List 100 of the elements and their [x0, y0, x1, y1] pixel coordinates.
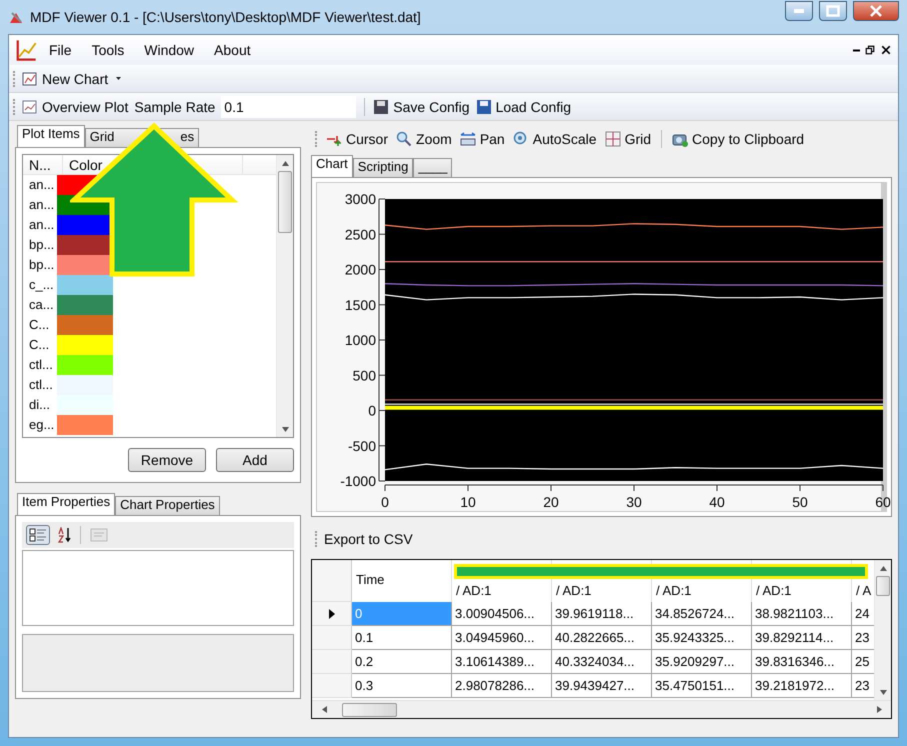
x-tick-label: 0 [381, 494, 389, 510]
x-tick-label: 50 [792, 494, 808, 510]
scroll-down-icon[interactable] [282, 426, 288, 432]
scroll-down-icon[interactable] [880, 688, 886, 696]
y-tick-label: 0 [368, 402, 376, 418]
table-cell: 0 [352, 602, 452, 626]
remove-button[interactable]: Remove [128, 448, 206, 472]
item-name: bp... [28, 236, 56, 254]
tab[interactable]: Chart [311, 155, 353, 177]
tab[interactable]: Chart Properties [115, 496, 220, 515]
scroll-up-icon[interactable] [282, 160, 288, 166]
minimize-icon[interactable] [853, 48, 860, 52]
copy-button[interactable]: Copy to Clipboard [672, 131, 804, 147]
chart-logo-icon [15, 39, 37, 61]
x-tick-label: 20 [543, 494, 559, 510]
x-tick-label: 40 [709, 494, 725, 510]
restore-icon [864, 44, 876, 56]
maximize-icon [826, 5, 840, 17]
categorized-button[interactable] [26, 525, 50, 545]
x-tick-label: 30 [626, 494, 642, 510]
scroll-left-icon[interactable] [320, 706, 328, 713]
table-cell: 2.98078286... [452, 674, 552, 698]
table-cell: 39.9439427... [552, 674, 652, 698]
y-tick-label: 1500 [344, 296, 376, 313]
item-name: di... [28, 396, 51, 414]
item-name: an... [28, 176, 56, 194]
load-config-button[interactable]: Load Config [476, 98, 572, 114]
floppy-icon [476, 98, 492, 114]
menu-item[interactable]: File [41, 40, 80, 60]
y-tick-label: -500 [348, 438, 376, 454]
close-button[interactable] [853, 1, 899, 21]
menu-item[interactable]: Window [136, 40, 202, 60]
menu-item[interactable]: Tools [84, 40, 132, 60]
table-cell: 34.8526724... [652, 602, 752, 626]
y-tick-label: -1000 [340, 473, 376, 489]
pan-button[interactable]: Pan [460, 131, 505, 147]
close-icon [870, 5, 882, 17]
y-tick-label: 2500 [344, 226, 376, 242]
scroll-up-icon[interactable] [880, 564, 886, 572]
table-cell: 3.00904506... [452, 602, 552, 626]
grid-button[interactable]: Grid [604, 131, 652, 147]
item-name: c_... [28, 276, 55, 294]
menu-item[interactable]: About [206, 40, 259, 60]
item-name: ca... [28, 296, 55, 314]
table-cell: 0.1 [352, 626, 452, 650]
item-name: an... [28, 216, 56, 234]
table-cell: 35.4750151... [652, 674, 752, 698]
y-tick-label: 3000 [344, 191, 376, 207]
table-cell: 39.8316346... [752, 650, 852, 674]
x-tick-label: 60 [875, 494, 891, 510]
save-config-button[interactable]: Save Config [373, 98, 470, 114]
scrollbar-thumb[interactable] [876, 576, 890, 596]
table-cell: 38.9821103... [752, 602, 852, 626]
window-title: MDF Viewer 0.1 - [C:\Users\tony\Desktop\MDF Viewer\test.dat] [30, 9, 422, 25]
sample-rate-field[interactable]: 0.1 [221, 96, 356, 118]
table-cell: 0.3 [352, 674, 452, 698]
overview-plot-button[interactable]: Overview Plot [22, 98, 128, 114]
table-cell: 40.2822665... [552, 626, 652, 650]
row-header[interactable] [312, 602, 352, 626]
x-tick-label: 10 [460, 494, 476, 510]
table-cell: 39.8292114... [752, 626, 852, 650]
table-cell: 39.2181972... [752, 674, 852, 698]
column-header[interactable]: N... [23, 157, 57, 173]
item-name: ctl... [28, 376, 54, 394]
item-name: ctl... [28, 356, 54, 374]
close-icon [880, 44, 892, 56]
chart-icon [22, 70, 38, 86]
item-name: bp... [28, 256, 56, 274]
item-name: C... [28, 336, 50, 354]
item-name: C... [28, 316, 50, 334]
table-cell: 35.9209297... [652, 650, 752, 674]
scrollbar-thumb[interactable] [278, 171, 292, 233]
tab[interactable]: ____ [413, 158, 452, 177]
chart-icon [22, 98, 38, 114]
maximize-button[interactable] [819, 1, 847, 21]
pan-icon [460, 131, 476, 147]
tab[interactable]: Scripting [352, 158, 414, 177]
column-header[interactable]: Color [63, 157, 108, 173]
scroll-right-icon[interactable] [876, 706, 882, 713]
y-tick-label: 2000 [344, 262, 376, 278]
minimize-button[interactable] [785, 1, 813, 21]
sample-rate-label: Sample Rate [134, 98, 216, 114]
y-tick-label: 1000 [344, 332, 376, 348]
table-cell: 39.9619118... [552, 602, 652, 626]
table-cell: 3.04945960... [452, 626, 552, 650]
tab[interactable]: Plot Items [17, 125, 85, 147]
grid-icon [604, 131, 621, 147]
table-cell: 35.9243325... [652, 626, 752, 650]
y-tick-label: 500 [352, 367, 376, 384]
zoom-button[interactable]: Zoom [396, 131, 452, 147]
tab[interactable]: Item Properties [17, 493, 116, 515]
scrollbar-thumb[interactable] [342, 702, 397, 716]
new-chart-button[interactable]: New Chart [22, 70, 124, 86]
autoscale-icon [512, 131, 529, 147]
add-button[interactable]: Add [216, 448, 294, 472]
autoscale-button[interactable]: AutoScale [512, 131, 597, 147]
zoom-icon [396, 131, 412, 147]
cursor-button[interactable]: Cursor [326, 131, 388, 147]
table-cell: 3.10614389... [452, 650, 552, 674]
export-csv-button[interactable]: Export to CSV [324, 531, 413, 547]
